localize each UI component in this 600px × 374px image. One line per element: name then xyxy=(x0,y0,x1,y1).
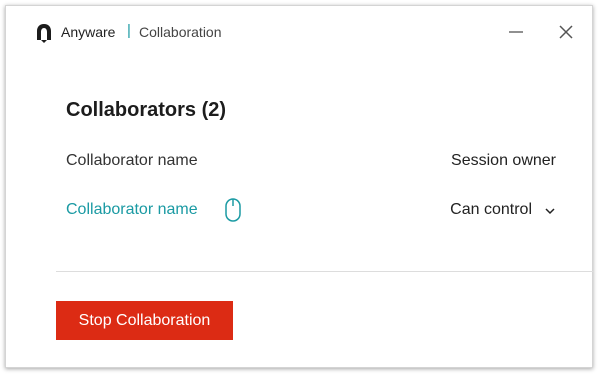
role-dropdown[interactable]: Can control xyxy=(450,200,556,220)
close-button[interactable] xyxy=(554,20,578,44)
minimize-icon xyxy=(504,31,528,48)
role-dropdown-value: Can control xyxy=(450,201,532,218)
title-bar: Anyware | Collaboration xyxy=(6,6,592,58)
stop-collaboration-button[interactable]: Stop Collaboration xyxy=(56,301,233,340)
anyware-logo-icon xyxy=(36,23,52,43)
chevron-down-icon xyxy=(544,204,556,216)
title-separator: | xyxy=(127,22,131,39)
session-owner-label: Session owner xyxy=(451,152,556,169)
close-icon xyxy=(554,25,578,48)
collaborator-row: Collaborator name Session owner xyxy=(66,149,556,173)
window-title: Collaboration xyxy=(139,24,222,40)
collaborator-name: Collaborator name xyxy=(66,152,198,169)
collaborator-name-link[interactable]: Collaborator name xyxy=(66,200,198,220)
mouse-icon xyxy=(224,197,242,223)
collaborators-heading: Collaborators (2) xyxy=(66,99,227,121)
divider xyxy=(56,271,594,272)
minimize-button[interactable] xyxy=(504,20,528,44)
collaboration-window: Anyware | Collaboration Collaborators (2… xyxy=(5,5,594,368)
collaborator-row: Collaborator name Can control xyxy=(66,198,556,222)
app-name: Anyware xyxy=(61,24,116,40)
